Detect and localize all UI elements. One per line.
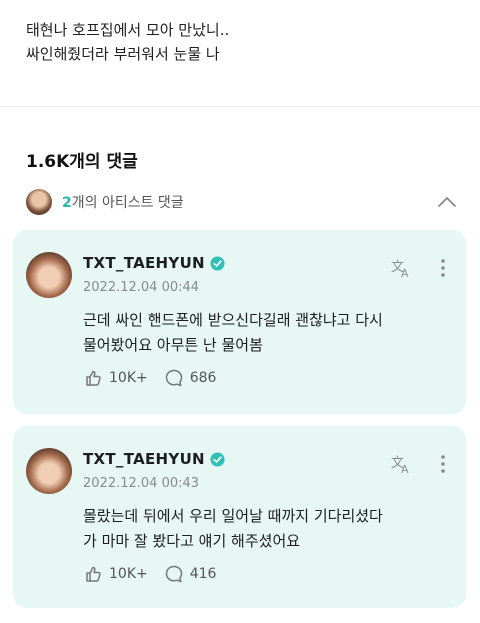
author-name: TXT_TAEHYUN xyxy=(83,450,205,468)
like-button[interactable]: 10K+ xyxy=(83,564,148,584)
like-icon xyxy=(86,370,101,386)
reply-button[interactable]: 686 xyxy=(164,368,217,388)
svg-text:A: A xyxy=(401,267,409,279)
comment-date: 2022.12.04 00:44 xyxy=(83,280,200,295)
chevron-up-icon[interactable] xyxy=(436,191,458,213)
artist-comments-count: 2 xyxy=(62,195,72,211)
post-text: 태현나 호프집에서 모아 만났니.. 싸인해줬더라 부러워서 눈물 나 xyxy=(26,18,456,66)
reply-bubble-icon xyxy=(165,369,182,387)
artist-comments-label: 2개의 아티스트 댓글 xyxy=(62,192,184,212)
like-count: 10K+ xyxy=(109,370,148,386)
artist-comment-card: TXT_TAEHYUN 2022.12.04 00:44 文 A 근데 싸인 핸… xyxy=(13,230,466,414)
like-count: 10K+ xyxy=(109,566,148,582)
divider xyxy=(0,106,480,107)
more-options-icon[interactable] xyxy=(436,257,450,279)
verified-badge-icon xyxy=(210,255,225,271)
post-text-line-2: 싸인해줬더라 부러워서 눈물 나 xyxy=(26,45,220,63)
comment-count-title: 1.6K개의 댓글 xyxy=(26,152,138,172)
translate-icon[interactable]: 文 A xyxy=(389,255,413,279)
comment-body: 몰랐는데 뒤에서 우리 일어날 때까지 기다리셨다 가 마마 잘 봤다고 얘기 … xyxy=(83,504,458,554)
comment-date: 2022.12.04 00:43 xyxy=(83,476,200,491)
comment-author[interactable]: TXT_TAEHYUN xyxy=(83,450,225,468)
translate-icon[interactable]: 文 A xyxy=(389,451,413,475)
reply-button[interactable]: 416 xyxy=(164,564,217,584)
artist-comments-bar[interactable]: 2개의 아티스트 댓글 xyxy=(26,188,458,216)
avatar[interactable] xyxy=(26,252,72,298)
artist-comment-card: TXT_TAEHYUN 2022.12.04 00:43 文 A 몰랐는데 뒤에… xyxy=(13,426,466,608)
verified-badge-icon xyxy=(210,451,225,467)
like-button[interactable]: 10K+ xyxy=(83,368,148,388)
comment-actions: 10K+ 416 xyxy=(83,564,216,584)
comment-body-line-1: 몰랐는데 뒤에서 우리 일어날 때까지 기다리셨다 xyxy=(83,507,383,525)
reply-count: 416 xyxy=(189,566,217,582)
svg-text:A: A xyxy=(401,463,409,475)
reply-count: 686 xyxy=(189,370,217,386)
comment-body-line-2: 물어봤어요 아무튼 난 물어봄 xyxy=(83,336,263,354)
like-icon xyxy=(86,566,101,582)
comment-author[interactable]: TXT_TAEHYUN xyxy=(83,254,225,272)
comment-body-line-2: 가 마마 잘 봤다고 얘기 해주셨어요 xyxy=(83,532,301,550)
post-text-line-1: 태현나 호프집에서 모아 만났니.. xyxy=(26,21,230,39)
artist-comments-suffix: 개의 아티스트 댓글 xyxy=(71,195,184,211)
reply-bubble-icon xyxy=(165,565,182,583)
comment-body-line-1: 근데 싸인 핸드폰에 받으신다길래 괜찮냐고 다시 xyxy=(83,311,383,329)
artist-avatar-small xyxy=(26,189,52,215)
avatar[interactable] xyxy=(26,448,72,494)
comment-body: 근데 싸인 핸드폰에 받으신다길래 괜찮냐고 다시 물어봤어요 아무튼 난 물어… xyxy=(83,308,458,358)
author-name: TXT_TAEHYUN xyxy=(83,254,205,272)
more-options-icon[interactable] xyxy=(436,453,450,475)
comment-actions: 10K+ 686 xyxy=(83,368,216,388)
